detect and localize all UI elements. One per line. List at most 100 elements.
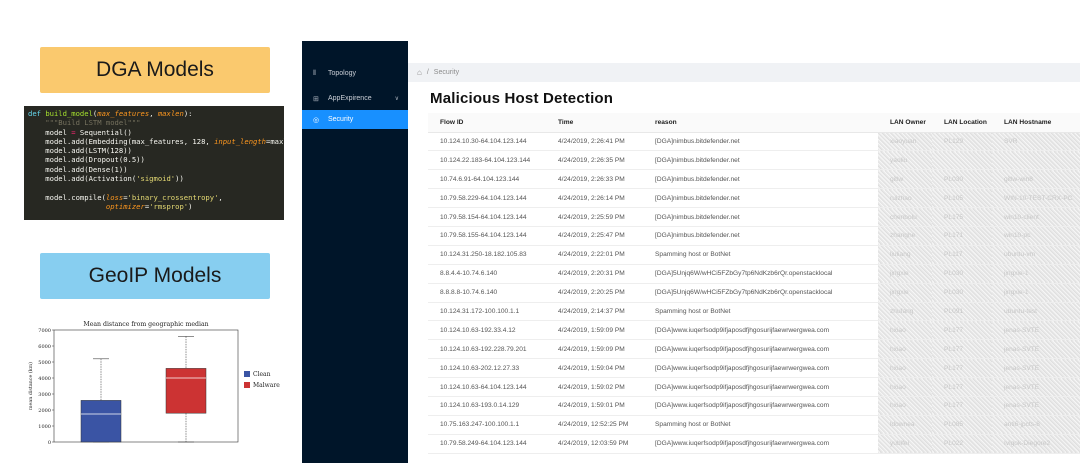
table-cell: hxiao bbox=[878, 396, 932, 416]
home-icon[interactable]: ⌂ bbox=[417, 68, 422, 77]
table-cell: jenas-SVTE bbox=[992, 377, 1080, 397]
table-cell: zhanghe bbox=[878, 226, 932, 246]
table-row[interactable]: 10.79.58.155-64.104.123.144 4/24/2019, 2:… bbox=[428, 226, 1080, 246]
table-cell: hxiao bbox=[878, 358, 932, 379]
table-cell: PL030 bbox=[932, 264, 992, 284]
table-cell: ubuntu-vm bbox=[992, 245, 1080, 265]
y-axis-label: mean distance (km) bbox=[27, 362, 34, 410]
table-cell: 10.124.10.63-192.33.4.12 bbox=[428, 320, 546, 341]
column-header[interactable]: reason bbox=[643, 113, 878, 133]
table-cell: PL177 bbox=[932, 377, 992, 397]
table-cell: yaoliu bbox=[878, 150, 932, 171]
table-cell: yubifei bbox=[878, 434, 932, 454]
sidebar-item-security[interactable]: ◎ Security bbox=[302, 110, 408, 129]
table-cell: [DGA]www.iuqerfsodp9ifjaposdfjhgosurijfa… bbox=[643, 377, 878, 397]
sidebar-item-appexpirence[interactable]: ⊞ AppExpirence ∨ bbox=[302, 89, 408, 108]
table-cell: 4/24/2019, 12:03:59 PM bbox=[546, 434, 643, 454]
slide: DGA Models def build_model(max_features,… bbox=[0, 0, 1080, 463]
table-cell: 10.124.31.172-100.100.1.1 bbox=[428, 302, 546, 322]
table-cell: [DGA]5Unjq6W/wHCi5FZbGy7tp6NdKzb6rQr.ope… bbox=[643, 264, 878, 284]
breadcrumb-current[interactable]: Security bbox=[434, 69, 459, 76]
table-row[interactable]: 10.79.58.154-64.104.123.144 4/24/2019, 2:… bbox=[428, 207, 1080, 227]
table-cell: hxiao bbox=[878, 339, 932, 360]
table-row[interactable]: 10.79.58.249-64.104.123.144 4/24/2019, 12… bbox=[428, 434, 1080, 454]
table-cell: 4/24/2019, 1:59:04 PM bbox=[546, 358, 643, 379]
table-cell: [DGA]www.iuqerfsodp9ifjaposdfjhgosurijfa… bbox=[643, 339, 878, 360]
table-cell: 4/24/2019, 2:25:59 PM bbox=[546, 207, 643, 227]
dga-models-title: DGA Models bbox=[40, 47, 270, 93]
table-cell: zhufang bbox=[878, 302, 932, 322]
table-cell: jenas-SVTE bbox=[992, 320, 1080, 341]
table-row[interactable]: 10.124.31.172-100.100.1.1 4/24/2019, 2:14… bbox=[428, 302, 1080, 322]
table-row[interactable]: 10.124.10.63-193.0.14.129 4/24/2019, 1:59… bbox=[428, 396, 1080, 416]
table-row[interactable]: 10.74.6.91-64.104.123.144 4/24/2019, 2:26… bbox=[428, 169, 1080, 190]
legend-label: Clean bbox=[253, 371, 271, 378]
table-cell: [DGA]nimbus.bitdefender.net bbox=[643, 188, 878, 209]
y-tick-label: 6000 bbox=[38, 344, 51, 350]
table-row[interactable]: 8.8.8.8-10.74.6.140 4/24/2019, 2:20:25 PM… bbox=[428, 283, 1080, 303]
table-cell: win10-pc bbox=[992, 226, 1080, 246]
table-cell: PL177 bbox=[932, 320, 992, 341]
table-row[interactable]: 8.8.4.4-10.74.6.140 4/24/2019, 2:20:31 PM… bbox=[428, 264, 1080, 284]
y-tick-label: 3000 bbox=[38, 392, 51, 398]
table-header-row: Flow ID Time reason LAN Owner LAN Location LA… bbox=[428, 113, 1080, 133]
table-cell: 4/24/2019, 2:26:33 PM bbox=[546, 169, 643, 190]
table-cell: gitlw-win8 bbox=[992, 169, 1080, 190]
table-cell: PL105 bbox=[932, 188, 992, 209]
detection-table: Flow ID Time reason LAN Owner LAN Location LA… bbox=[428, 113, 1080, 454]
table-row[interactable]: 10.124.31.250-18.182.105.83 4/24/2019, 2:… bbox=[428, 245, 1080, 265]
table-cell: 10.79.58.229-64.104.123.144 bbox=[428, 188, 546, 209]
boxplot-chart: Mean distance from geographic median 0 100… bbox=[24, 318, 284, 458]
code-line: def build_model(max_features, maxlen): bbox=[28, 109, 193, 118]
table-cell: 4/24/2019, 1:59:09 PM bbox=[546, 320, 643, 341]
table-cell: 4/24/2019, 2:26:35 PM bbox=[546, 150, 643, 171]
table-cell: ldownea bbox=[878, 415, 932, 435]
table-cell: PL030 bbox=[932, 283, 992, 303]
y-tick-label: 4000 bbox=[38, 376, 51, 382]
table-cell: PL177 bbox=[932, 358, 992, 379]
column-header[interactable]: Time bbox=[546, 113, 643, 133]
code-line: model.compile(loss='binary_crossentropy'… bbox=[28, 192, 223, 202]
table-row[interactable]: 10.79.58.229-64.104.123.144 4/24/2019, 2:… bbox=[428, 188, 1080, 209]
table-cell: PL030 bbox=[932, 169, 992, 190]
table-row[interactable]: 10.124.10.63-192.228.79.201 4/24/2019, 1:… bbox=[428, 339, 1080, 360]
table-row[interactable]: 10.124.10.30-64.104.123.144 4/24/2019, 2:… bbox=[428, 132, 1080, 152]
box-clean bbox=[80, 400, 122, 443]
column-header[interactable]: LAN Location bbox=[932, 113, 992, 133]
table-row[interactable]: 10.124.10.63-202.12.27.33 4/24/2019, 1:59… bbox=[428, 358, 1080, 379]
table-cell: 4/24/2019, 2:20:25 PM bbox=[546, 283, 643, 303]
table-cell: hxiao bbox=[878, 320, 932, 341]
table-cell: Spamming host or BotNet bbox=[643, 245, 878, 265]
table-row[interactable]: 10.124.10.63-192.33.4.12 4/24/2019, 1:59:… bbox=[428, 320, 1080, 341]
y-tick-label: 7000 bbox=[38, 328, 51, 334]
table-cell: 4/24/2019, 2:26:14 PM bbox=[546, 188, 643, 209]
main-content: ⌂ / Security Malicious Host Detection Fl… bbox=[408, 41, 1080, 463]
table-cell: [DGA]nimbus.bitdefender.net bbox=[643, 226, 878, 246]
legend-label: Malware bbox=[253, 382, 280, 389]
table-cell: xiaoyuan bbox=[878, 132, 932, 152]
table-cell: [DGA]nimbus.bitdefender.net bbox=[643, 132, 878, 152]
table-cell: PL091 bbox=[932, 302, 992, 322]
table-row[interactable]: 10.75.163.247-100.100.1.1 4/24/2019, 12:5… bbox=[428, 415, 1080, 435]
sidebar-item-label: AppExpirence bbox=[328, 95, 372, 102]
table-cell: jenas-SVTE bbox=[992, 396, 1080, 416]
column-header[interactable]: LAN Hostname bbox=[992, 113, 1080, 133]
geoip-models-title: GeoIP Models bbox=[40, 253, 270, 299]
table-row[interactable]: 10.124.10.63-64.104.123.144 4/24/2019, 1:… bbox=[428, 377, 1080, 397]
table-cell: PL177 bbox=[932, 339, 992, 360]
sidebar-item-topology[interactable]: ⫴ Topology bbox=[302, 64, 408, 83]
table-row[interactable]: 10.124.22.183-64.104.123.144 4/24/2019, 2… bbox=[428, 150, 1080, 171]
table-cell: anti6-jpcts-8 bbox=[992, 415, 1080, 435]
table-cell: [DGA]www.iuqerfsodp9ifjaposdfjhgosurijfa… bbox=[643, 434, 878, 454]
column-header[interactable]: LAN Owner bbox=[878, 113, 932, 133]
column-header[interactable]: Flow ID bbox=[428, 113, 546, 133]
table-cell: [DGA]www.iuqerfsodp9ifjaposdfjhgosurijfa… bbox=[643, 320, 878, 341]
table-cell: 10.124.10.30-64.104.123.144 bbox=[428, 132, 546, 152]
table-cell: 10.79.58.154-64.104.123.144 bbox=[428, 207, 546, 227]
table-cell: [DGA]www.iuqerfsodp9ifjaposdfjhgosurijfa… bbox=[643, 396, 878, 416]
table-cell: gitlw bbox=[878, 169, 932, 190]
table-cell: PL085 bbox=[932, 415, 992, 435]
table-cell bbox=[992, 150, 1080, 171]
y-tick-label: 0 bbox=[48, 440, 51, 446]
